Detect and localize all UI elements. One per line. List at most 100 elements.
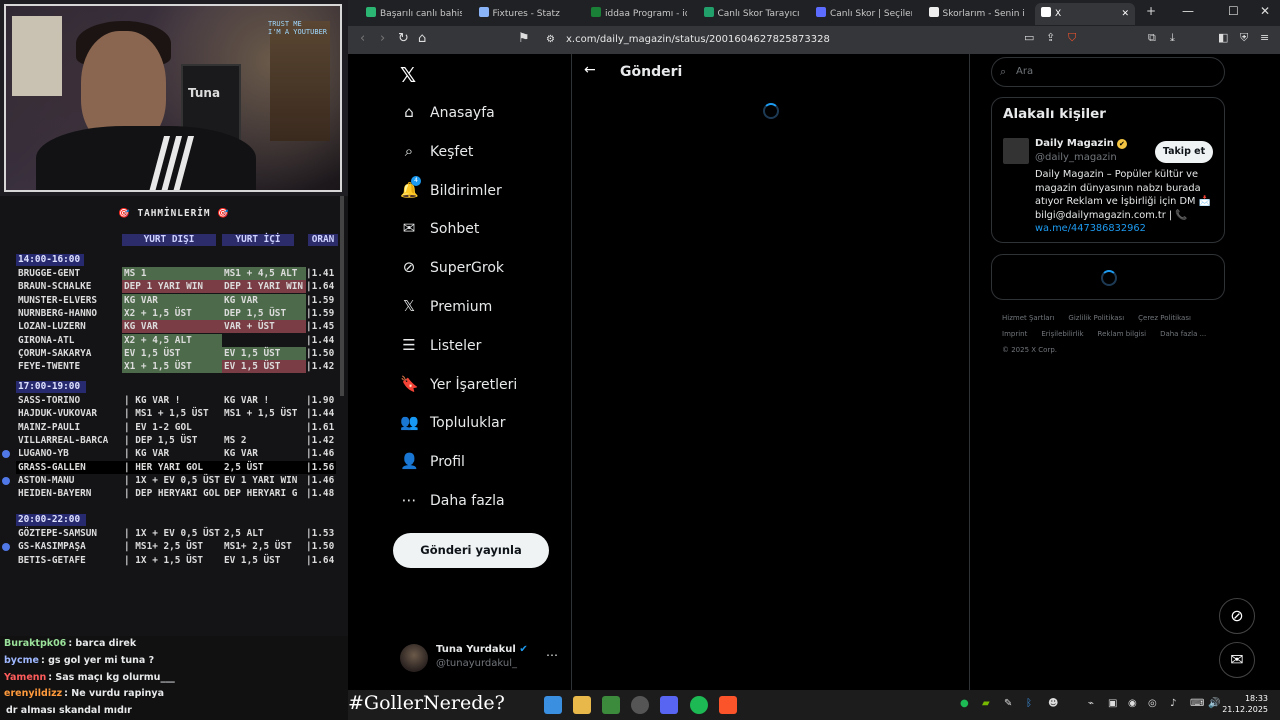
- search-input[interactable]: ⌕ Ara: [991, 57, 1225, 87]
- profile-avatar[interactable]: [1003, 138, 1029, 164]
- tray-usb-icon[interactable]: ⌁: [1088, 698, 1094, 709]
- tray-discord-icon[interactable]: ☻: [1048, 698, 1058, 709]
- cam-frame-text: TRUST ME I'M A YOUTUBER: [268, 20, 328, 36]
- new-tab-button[interactable]: +: [1146, 4, 1156, 18]
- obs-icon[interactable]: [631, 696, 649, 714]
- follow-button[interactable]: Takip et: [1155, 141, 1213, 163]
- back-nav-icon[interactable]: ‹: [360, 31, 365, 46]
- profile-name[interactable]: Daily Magazin ✔: [1035, 138, 1127, 149]
- share-icon[interactable]: ⇪: [1046, 31, 1055, 44]
- footer-link[interactable]: Erişilebilirlik: [1041, 330, 1083, 338]
- explorer-icon[interactable]: [573, 696, 591, 714]
- account-switcher[interactable]: Tuna Yurdakul ✔ @tunayurdakul_ ⋯: [400, 644, 560, 678]
- pick-abroad: KG VAR: [122, 293, 222, 307]
- nav-item-sohbet[interactable]: ✉ Sohbet: [400, 216, 480, 240]
- brave-icon[interactable]: [719, 696, 737, 714]
- chat-username[interactable]: Buraktpk06: [4, 638, 66, 649]
- nav-item-premium[interactable]: 𝕏 Premium: [400, 294, 492, 318]
- cast-icon[interactable]: ▭: [1024, 31, 1034, 44]
- tab-label: Skorlarım - Senin için: [942, 9, 1025, 19]
- chat-username[interactable]: Yamenn: [4, 672, 46, 683]
- footer-link[interactable]: Imprint: [1002, 330, 1027, 338]
- nav-item-topluluklar[interactable]: 👥 Topluluklar: [400, 410, 505, 434]
- site-settings-icon[interactable]: ⚙: [546, 30, 555, 50]
- tab-label: iddaa Programı - idda: [605, 9, 687, 19]
- spotify-icon[interactable]: [690, 696, 708, 714]
- pick-abroad: | 1X + 1,5 ÜST: [124, 554, 204, 566]
- reload-icon[interactable]: ↻: [398, 31, 409, 46]
- group-time-header: 14:00-16:00: [16, 254, 84, 266]
- loading-spinner-icon: [763, 103, 779, 119]
- post-button[interactable]: Gönderi yayınla: [393, 533, 549, 568]
- url-field[interactable]: ⚙ x.com/daily_magazin/status/20016046278…: [538, 30, 1098, 50]
- wallet-icon[interactable]: ⛨: [1240, 31, 1248, 45]
- footer-link[interactable]: Hizmet Şartları: [1002, 314, 1054, 322]
- tab-label: Fixtures - Statz: [492, 9, 560, 19]
- more-icon[interactable]: ⋯: [546, 648, 558, 662]
- footer-link[interactable]: Çerez Politikası: [1138, 314, 1191, 322]
- grok-fab-icon[interactable]: ⊘: [1219, 598, 1255, 634]
- nav-item-ke-fet[interactable]: ⌕ Keşfet: [400, 139, 474, 163]
- pick-domestic: EV 1,5 ÜST: [222, 346, 306, 360]
- tab-close-icon[interactable]: ✕: [1121, 3, 1129, 25]
- nav-item-daha-fazla[interactable]: ⋯ Daha fazla: [400, 488, 505, 512]
- browser-tab[interactable]: Canlı Skor | Seçilen ma: [810, 3, 912, 25]
- footer-link[interactable]: Gizlilik Politikası: [1068, 314, 1124, 322]
- group-time-header: 17:00-19:00: [16, 381, 86, 393]
- nav-item-yer-i-aretleri[interactable]: 🔖 Yer İşaretleri: [400, 372, 517, 396]
- bio-link[interactable]: wa.me/447386832962: [1035, 223, 1146, 234]
- browser-tab[interactable]: X ✕: [1035, 3, 1135, 25]
- browser-tab[interactable]: Başarılı canlı bahisler iç: [360, 3, 462, 25]
- nav-item-supergrok[interactable]: ⊘ SuperGrok: [400, 255, 504, 279]
- footer-link[interactable]: Reklam bilgisi: [1098, 330, 1147, 338]
- tray-app-icon[interactable]: ▣: [1108, 698, 1117, 709]
- close-window-button[interactable]: ✕: [1260, 4, 1270, 18]
- maximize-button[interactable]: ☐: [1228, 4, 1239, 18]
- browser-tab[interactable]: Canlı Skor Tarayıcısı ve: [698, 3, 800, 25]
- browser-tab[interactable]: iddaa Programı - idda: [585, 3, 687, 25]
- tray-bluetooth-icon[interactable]: ᛒ: [1026, 698, 1032, 709]
- footer-link[interactable]: Daha fazla ...: [1160, 330, 1206, 338]
- forward-nav-icon[interactable]: ›: [380, 31, 385, 46]
- home-icon[interactable]: ⌂: [418, 31, 426, 46]
- prediction-row: HEIDEN-BAYERN | DEP HERYARI GOL DEP HERYAR…: [16, 487, 336, 500]
- match-name: LUGANO-YB: [18, 448, 69, 460]
- download-icon[interactable]: ⤓: [1170, 31, 1175, 45]
- nav-item-bildirimler[interactable]: 🔔 4 Bildirimler: [400, 175, 502, 202]
- profile-handle[interactable]: @daily_magazin: [1035, 152, 1117, 163]
- sidebar-icon[interactable]: ◧: [1218, 31, 1228, 44]
- tray-spotify-icon[interactable]: ●: [960, 698, 969, 709]
- chat-username[interactable]: erenyildizz: [4, 688, 62, 699]
- start-icon[interactable]: [544, 696, 562, 714]
- x-logo-icon[interactable]: 𝕏: [400, 63, 416, 87]
- board-scrollbar[interactable]: [340, 196, 344, 396]
- tray-app2-icon[interactable]: ◉: [1128, 698, 1137, 709]
- browser-tab[interactable]: Fixtures - Statz: [473, 3, 575, 25]
- verified-gold-icon: ✔: [1116, 139, 1127, 149]
- clock[interactable]: 18:33 21.12.2025: [1222, 693, 1268, 715]
- nav-label: Premium: [430, 299, 493, 315]
- app-icon[interactable]: [602, 696, 620, 714]
- nav-item-anasayfa[interactable]: ⌂ Anasayfa: [400, 100, 494, 124]
- back-arrow-icon[interactable]: ←: [584, 62, 596, 78]
- chat-message: dr alması skandal mıdır: [4, 705, 132, 716]
- tab-favicon-icon: [703, 7, 714, 17]
- nav-item-listeler[interactable]: ☰ Listeler: [400, 333, 481, 357]
- match-name: VILLARREAL-BARCA: [18, 434, 109, 446]
- menu-icon[interactable]: ≡: [1260, 31, 1269, 44]
- tray-app3-icon[interactable]: ◎: [1148, 698, 1157, 709]
- messages-fab-icon[interactable]: ✉: [1219, 642, 1255, 678]
- extensions-icon[interactable]: ⧉: [1148, 31, 1156, 45]
- tray-pen-icon[interactable]: ✎: [1004, 698, 1012, 709]
- bookmark-icon[interactable]: ⚑: [518, 31, 530, 46]
- tray-volume-icon[interactable]: 🔊: [1208, 698, 1220, 709]
- discord-icon[interactable]: [660, 696, 678, 714]
- tray-network-icon[interactable]: ⌨: [1190, 698, 1204, 709]
- tray-mic-icon[interactable]: ♪: [1170, 698, 1176, 709]
- minimize-button[interactable]: —: [1182, 4, 1194, 18]
- chat-username[interactable]: bycme: [4, 655, 39, 666]
- tray-nvidia-icon[interactable]: ▰: [982, 698, 990, 709]
- browser-tab[interactable]: Skorlarım - Senin için: [923, 3, 1025, 25]
- brave-shield-icon[interactable]: ⛉: [1068, 31, 1076, 45]
- nav-item-profil[interactable]: 👤 Profil: [400, 449, 465, 473]
